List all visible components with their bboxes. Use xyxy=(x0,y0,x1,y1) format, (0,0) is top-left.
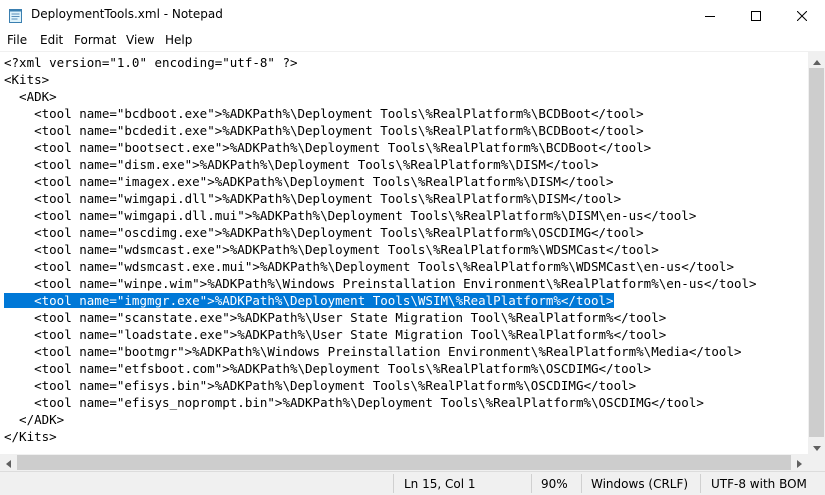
file-encoding: UTF-8 with BOM xyxy=(711,477,807,491)
editor-line[interactable]: <tool name="bootsect.exe">%ADKPath%\Depl… xyxy=(4,139,757,156)
vertical-scrollbar[interactable] xyxy=(808,51,825,454)
editor-line[interactable]: <ADK> xyxy=(4,88,757,105)
editor-line[interactable]: <tool name="bootmgr">%ADKPath%\Windows P… xyxy=(4,343,757,360)
editor-line[interactable]: <tool name="oscdimg.exe">%ADKPath%\Deplo… xyxy=(4,224,757,241)
menu-file[interactable]: File xyxy=(7,33,27,47)
minimize-icon xyxy=(705,6,715,25)
editor-line[interactable]: <tool name="imagex.exe">%ADKPath%\Deploy… xyxy=(4,173,757,190)
status-bar: Ln 15, Col 1 90% Windows (CRLF) UTF-8 wi… xyxy=(0,471,825,495)
title-bar[interactable]: DeploymentTools.xml - Notepad xyxy=(0,0,825,31)
status-separator xyxy=(700,474,701,493)
selection-highlight[interactable]: <tool name="imgmgr.exe">%ADKPath%\Deploy… xyxy=(4,293,614,308)
editor-line[interactable]: <tool name="dism.exe">%ADKPath%\Deployme… xyxy=(4,156,757,173)
editor-line[interactable]: <tool name="wimgapi.dll">%ADKPath%\Deplo… xyxy=(4,190,757,207)
text-editor[interactable]: <?xml version="1.0" encoding="utf-8" ?> <… xyxy=(0,51,808,455)
editor-line[interactable]: <tool name="wdsmcast.exe.mui">%ADKPath%\… xyxy=(4,258,757,275)
status-separator xyxy=(393,474,394,493)
editor-line[interactable]: <tool name="efisys_noprompt.bin">%ADKPat… xyxy=(4,394,757,411)
menu-view[interactable]: View xyxy=(126,33,154,47)
selected-line[interactable]: <tool name="imgmgr.exe">%ADKPath%\Deploy… xyxy=(4,292,757,309)
vertical-scroll-thumb[interactable] xyxy=(809,68,824,437)
arrow-right-icon xyxy=(797,453,802,472)
editor-line[interactable]: <tool name="scanstate.exe">%ADKPath%\Use… xyxy=(4,309,757,326)
menu-format[interactable]: Format xyxy=(74,33,116,47)
status-separator xyxy=(581,474,582,493)
cursor-position: Ln 15, Col 1 xyxy=(404,477,476,491)
editor-line[interactable]: <tool name="efisys.bin">%ADKPath%\Deploy… xyxy=(4,377,757,394)
editor-line[interactable]: <?xml version="1.0" encoding="utf-8" ?> xyxy=(4,54,757,71)
scroll-down-button[interactable] xyxy=(808,437,825,454)
minimize-button[interactable] xyxy=(687,0,733,31)
editor-line[interactable]: <tool name="wimgapi.dll.mui">%ADKPath%\D… xyxy=(4,207,757,224)
status-separator xyxy=(531,474,532,493)
maximize-button[interactable] xyxy=(733,0,779,31)
window-title: DeploymentTools.xml - Notepad xyxy=(31,7,223,21)
close-button[interactable] xyxy=(779,0,825,31)
close-icon xyxy=(796,6,808,25)
menu-help[interactable]: Help xyxy=(165,33,192,47)
scrollbar-corner xyxy=(808,454,825,471)
arrow-up-icon xyxy=(812,50,821,69)
editor-line[interactable]: <tool name="winpe.wim">%ADKPath%\Windows… xyxy=(4,275,756,292)
editor-line[interactable]: </ADK> xyxy=(4,411,757,428)
notepad-window: DeploymentTools.xml - Notepad File Edit … xyxy=(0,0,825,495)
line-ending: Windows (CRLF) xyxy=(591,477,689,491)
editor-line[interactable]: <Kits> xyxy=(4,71,757,88)
editor-line[interactable]: </Kits> xyxy=(4,428,757,445)
editor-line[interactable]: <tool name="bcdboot.exe">%ADKPath%\Deplo… xyxy=(4,105,757,122)
editor-line[interactable]: <tool name="loadstate.exe">%ADKPath%\Use… xyxy=(4,326,757,343)
scroll-up-button[interactable] xyxy=(808,51,825,68)
arrow-down-icon xyxy=(812,436,821,455)
arrow-left-icon xyxy=(6,453,11,472)
scroll-right-button[interactable] xyxy=(791,454,808,471)
maximize-icon xyxy=(751,6,761,25)
notepad-icon xyxy=(8,8,24,23)
editor-line[interactable]: <tool name="bcdedit.exe">%ADKPath%\Deplo… xyxy=(4,122,757,139)
editor-text[interactable]: <?xml version="1.0" encoding="utf-8" ?> <… xyxy=(4,54,757,445)
editor-line[interactable]: <tool name="wdsmcast.exe">%ADKPath%\Depl… xyxy=(4,241,757,258)
horizontal-scrollbar[interactable] xyxy=(0,454,808,471)
scroll-left-button[interactable] xyxy=(0,454,17,471)
editor-line[interactable]: <tool name="etfsboot.com">%ADKPath%\Depl… xyxy=(4,360,757,377)
menu-edit[interactable]: Edit xyxy=(40,33,63,47)
menu-bar: File Edit Format View Help xyxy=(0,31,825,51)
zoom-level: 90% xyxy=(541,477,568,491)
horizontal-scroll-thumb[interactable] xyxy=(17,455,791,470)
